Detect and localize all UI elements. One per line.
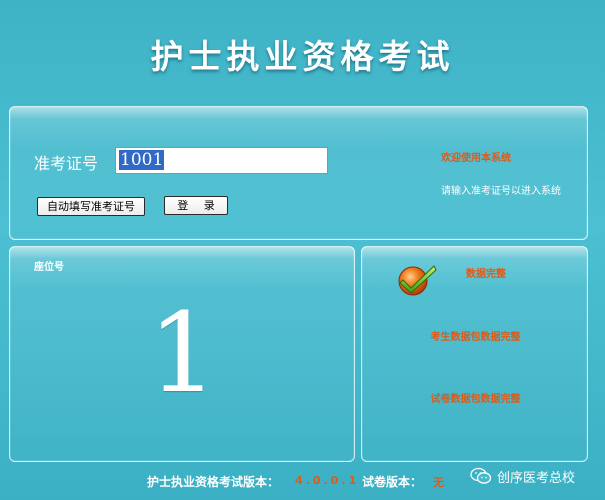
app-title: 护士执业资格考试	[150, 37, 455, 76]
data-status-panel: 数据完整 考生数据包数据完整 试卷数据包数据完整	[361, 246, 588, 462]
welcome-text: 欢迎使用本系统	[441, 153, 511, 164]
seat-label: 座位号	[34, 262, 64, 273]
login-panel: 准考证号 1001 自动填写准考证号 登 录 欢迎使用本系统 请输入准考证号以进…	[9, 106, 588, 240]
check-icon	[398, 265, 437, 296]
watermark-text: 创序医考总校	[497, 470, 576, 486]
admission-id-input[interactable]: 1001	[115, 147, 328, 174]
data-complete-title: 数据完整	[466, 269, 506, 280]
exam-version-value: 4.0.0.1	[295, 474, 360, 487]
paper-version-value: 无	[433, 476, 447, 489]
exam-version-label: 护士执业资格考试版本：	[147, 475, 280, 489]
paper-version-label: 试卷版本：	[362, 475, 423, 489]
paper-data-status: 试卷数据包数据完整	[430, 394, 521, 405]
login-hint: 请输入准考证号以进入系统	[441, 186, 561, 197]
wechat-icon	[470, 467, 492, 484]
seat-panel: 座位号 1	[9, 246, 355, 462]
watermark: 创序医考总校	[470, 465, 575, 487]
admission-id-label: 准考证号	[34, 154, 99, 173]
autofill-admission-id-button[interactable]: 自动填写准考证号	[37, 197, 145, 216]
candidate-data-status: 考生数据包数据完整	[430, 332, 521, 343]
login-button[interactable]: 登 录	[164, 196, 228, 215]
seat-number: 1	[148, 289, 218, 417]
admission-id-value: 1001	[119, 150, 165, 170]
